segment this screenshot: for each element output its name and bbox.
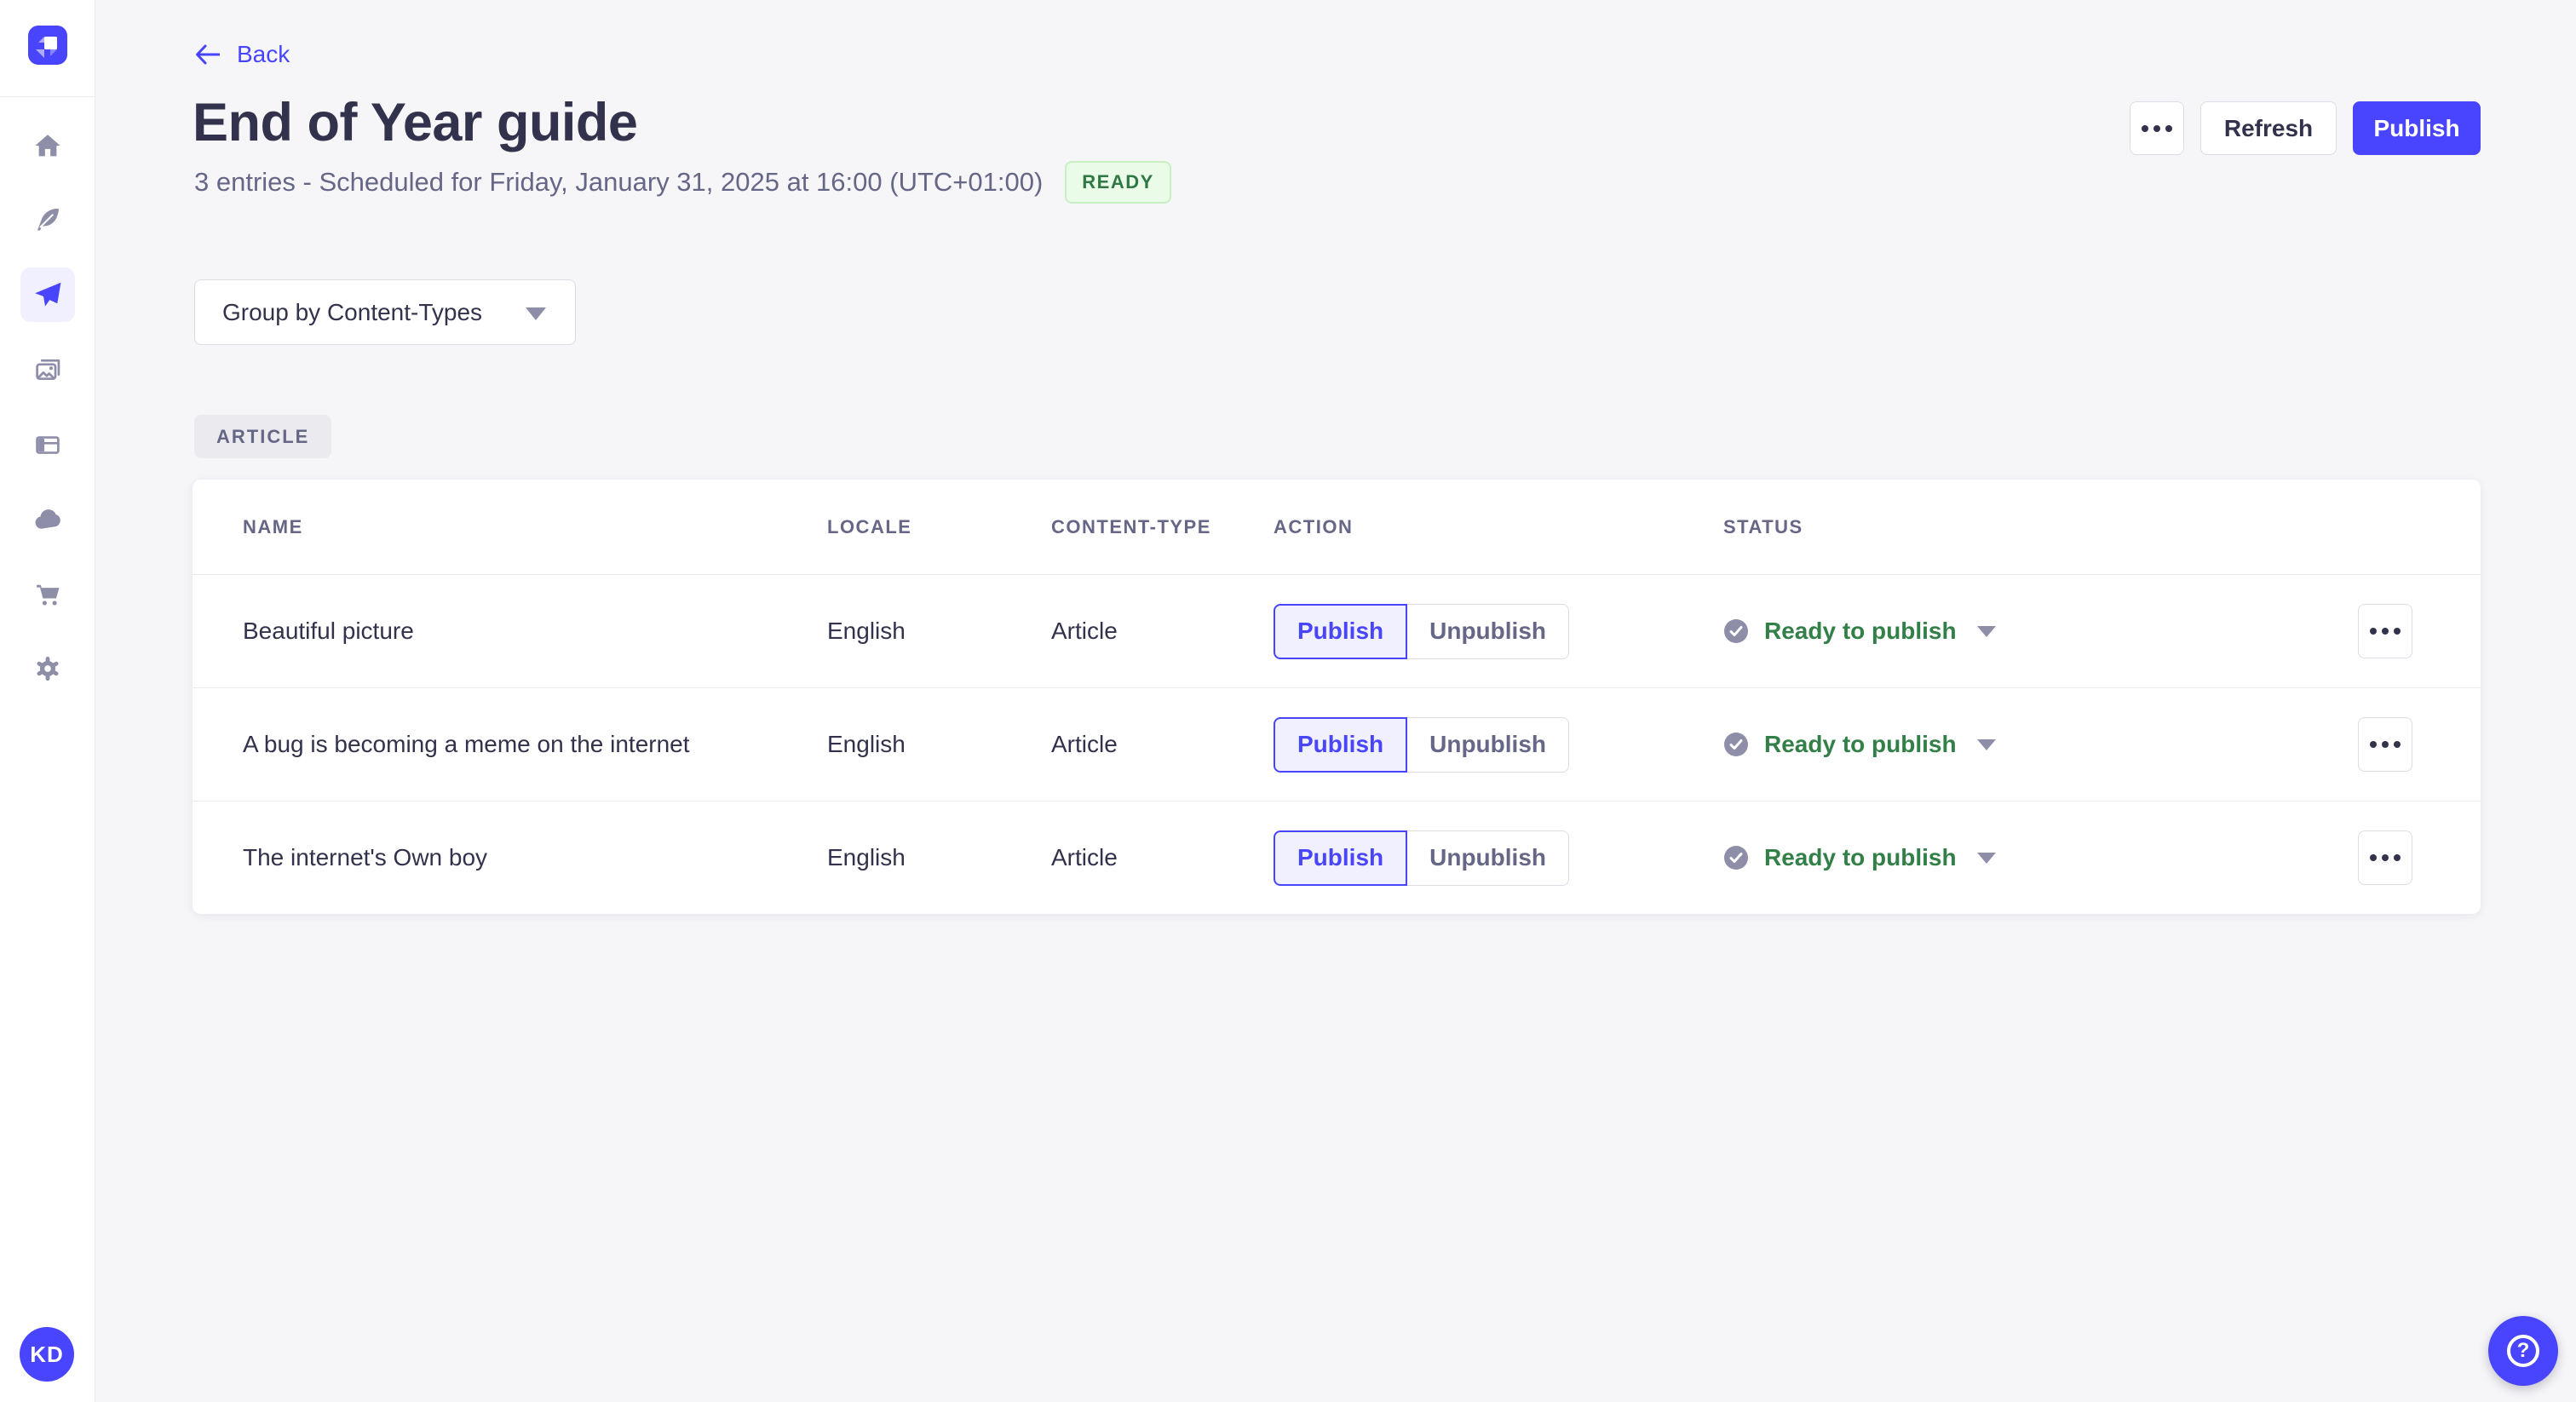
unpublish-toggle-button[interactable]: Unpublish: [1407, 603, 1569, 659]
help-button[interactable]: [2488, 1316, 2558, 1386]
release-meta: 3 entries - Scheduled for Friday, Januar…: [194, 161, 1171, 204]
header-actions: Refresh Publish: [2130, 101, 2481, 155]
publish-toggle-button[interactable]: Publish: [1274, 716, 1408, 773]
ellipsis-icon: [2142, 124, 2172, 132]
gear-icon: [37, 656, 59, 681]
strapi-logo-icon: [36, 37, 57, 58]
entry-name: Beautiful picture: [243, 618, 414, 644]
entry-name: A bug is becoming a meme on the internet: [243, 731, 690, 757]
group-by-select[interactable]: Group by Content-Types: [194, 279, 576, 345]
ellipsis-icon: [2370, 854, 2401, 861]
page-title: End of Year guide: [193, 93, 638, 152]
cloud-icon: [35, 509, 60, 529]
table-row: The internet's Own boy English Article P…: [193, 801, 2481, 914]
row-more-button[interactable]: [2358, 604, 2412, 658]
column-header-action: ACTION: [1274, 515, 1354, 537]
avatar-initials: KD: [30, 1341, 64, 1367]
sidebar-item-marketplace[interactable]: [20, 567, 75, 622]
table-row: Beautiful picture English Article Publis…: [193, 574, 2481, 687]
entry-locale: English: [827, 731, 906, 757]
chevron-down-icon: [1976, 625, 1996, 637]
ellipsis-icon: [2370, 628, 2401, 635]
check-circle-icon: [1724, 733, 1748, 756]
sidebar-item-releases[interactable]: [20, 267, 75, 322]
status-dropdown[interactable]: Ready to publish: [1723, 618, 2358, 645]
sidebar-item-deploy[interactable]: [20, 492, 75, 547]
entry-name: The internet's Own boy: [243, 844, 488, 871]
pictures-icon: [36, 359, 60, 381]
status-label: Ready to publish: [1764, 618, 1957, 644]
chevron-down-icon: [526, 307, 546, 320]
action-segmented-control: Publish Unpublish: [1274, 716, 1723, 773]
sidebar-item-media-library[interactable]: [20, 342, 75, 397]
sidebar: KD: [0, 0, 95, 1402]
status-dropdown[interactable]: Ready to publish: [1723, 731, 2358, 758]
entry-content-type: Article: [1051, 731, 1118, 757]
chevron-down-icon: [1976, 738, 1996, 750]
entry-locale: English: [827, 844, 906, 871]
sidebar-item-content-type-builder[interactable]: [20, 417, 75, 472]
sidebar-item-home[interactable]: [20, 118, 75, 173]
entry-content-type: Article: [1051, 844, 1118, 871]
action-segmented-control: Publish Unpublish: [1274, 603, 1723, 659]
table-row: A bug is becoming a meme on the internet…: [193, 687, 2481, 801]
back-link[interactable]: Back: [194, 41, 290, 68]
paper-plane-icon: [35, 282, 61, 307]
sidebar-item-content-manager[interactable]: [20, 192, 75, 247]
column-header-content-type: CONTENT-TYPE: [1051, 515, 1211, 537]
back-label: Back: [237, 41, 290, 67]
question-mark-icon: [2507, 1335, 2539, 1367]
entry-content-type: Article: [1051, 618, 1118, 644]
chevron-down-icon: [1976, 852, 1996, 864]
status-dropdown[interactable]: Ready to publish: [1723, 844, 2358, 871]
strapi-logo[interactable]: [28, 26, 67, 65]
ready-status-badge: READY: [1065, 161, 1171, 204]
layout-icon: [36, 436, 60, 454]
status-label: Ready to publish: [1764, 844, 1957, 871]
check-circle-icon: [1724, 846, 1748, 870]
user-avatar[interactable]: KD: [20, 1327, 74, 1382]
unpublish-toggle-button[interactable]: Unpublish: [1407, 830, 1569, 886]
publish-toggle-button[interactable]: Publish: [1274, 603, 1408, 659]
row-more-button[interactable]: [2358, 717, 2412, 772]
sidebar-item-settings[interactable]: [20, 641, 75, 696]
publish-release-button[interactable]: Publish: [2353, 101, 2481, 155]
sidebar-divider: [0, 96, 95, 97]
release-more-button[interactable]: [2130, 101, 2184, 155]
column-header-status: STATUS: [1723, 515, 1803, 537]
home-icon: [35, 135, 60, 157]
column-header-name: NAME: [243, 515, 303, 537]
row-more-button[interactable]: [2358, 830, 2412, 885]
ellipsis-icon: [2370, 741, 2401, 748]
release-subtitle: 3 entries - Scheduled for Friday, Januar…: [194, 167, 1044, 197]
cart-icon: [37, 584, 60, 606]
refresh-button[interactable]: Refresh: [2200, 101, 2337, 155]
unpublish-toggle-button[interactable]: Unpublish: [1407, 716, 1569, 773]
back-arrow-icon: [196, 44, 220, 65]
publish-toggle-button[interactable]: Publish: [1274, 830, 1408, 886]
action-segmented-control: Publish Unpublish: [1274, 830, 1723, 886]
status-label: Ready to publish: [1764, 731, 1957, 757]
entries-table-card: NAME LOCALE CONTENT-TYPE ACTION STATUS B…: [193, 480, 2481, 914]
column-header-locale: LOCALE: [827, 515, 912, 537]
content-type-group-badge: ARTICLE: [194, 415, 332, 458]
group-by-value: Group by Content-Types: [222, 298, 483, 325]
entry-locale: English: [827, 618, 906, 644]
feather-icon: [37, 208, 59, 231]
check-circle-icon: [1724, 619, 1748, 643]
table-header-row: NAME LOCALE CONTENT-TYPE ACTION STATUS: [193, 480, 2481, 574]
